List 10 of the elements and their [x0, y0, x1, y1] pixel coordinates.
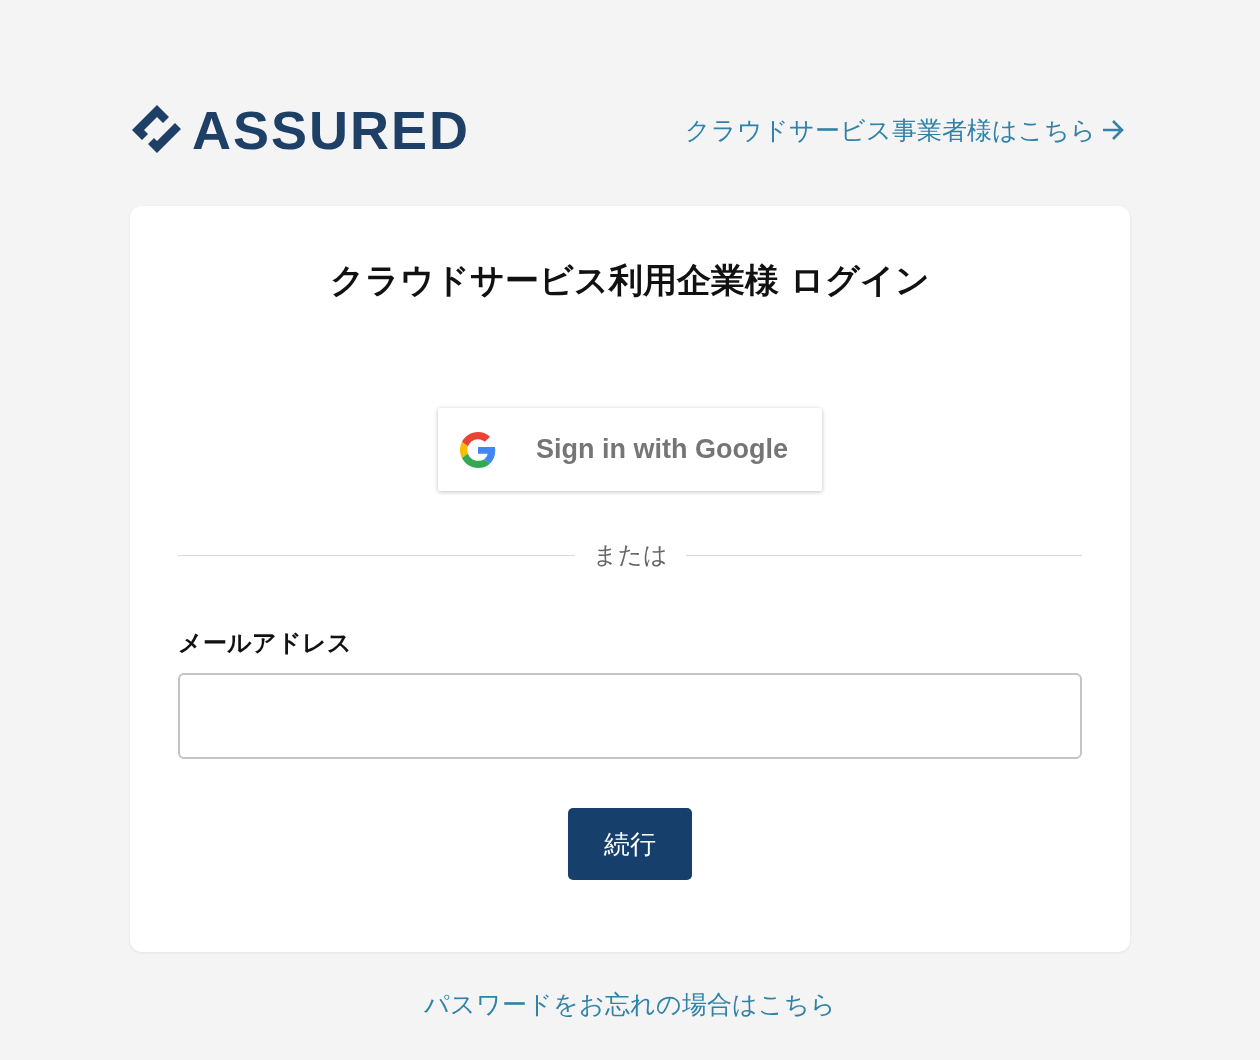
forgot-password-link[interactable]: パスワードをお忘れの場合はこちら	[424, 988, 836, 1021]
divider-text: または	[592, 540, 668, 571]
email-label: メールアドレス	[178, 628, 353, 659]
email-field[interactable]	[178, 673, 1082, 759]
continue-button[interactable]: 続行	[568, 808, 692, 880]
logo-text: ASSURED	[192, 103, 471, 157]
google-sign-in-button[interactable]: Sign in with Google	[438, 408, 822, 491]
provider-link[interactable]: クラウドサービス事業者様はこちら	[685, 113, 1126, 147]
google-g-icon	[460, 431, 496, 468]
login-title: クラウドサービス利用企業様 ログイン	[328, 259, 932, 302]
